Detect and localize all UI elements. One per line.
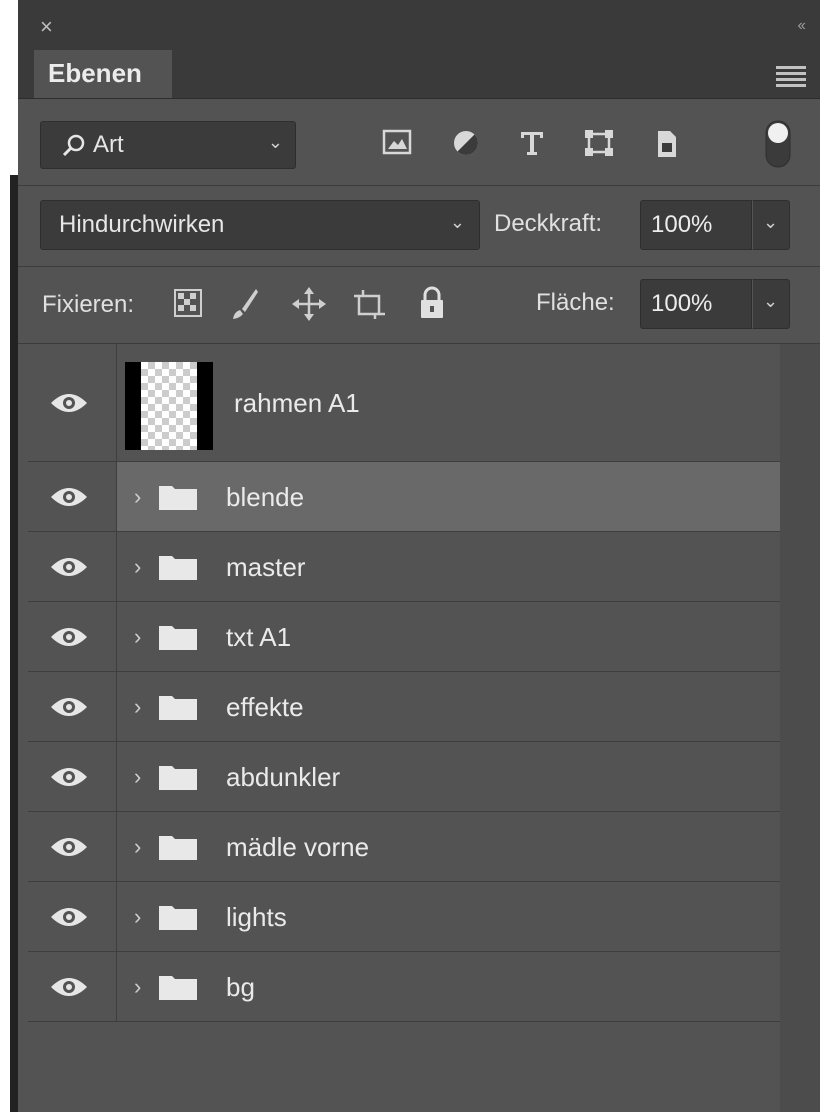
type-filter-icon[interactable] xyxy=(518,129,546,157)
eye-icon[interactable] xyxy=(50,625,88,649)
folder-icon xyxy=(159,555,197,580)
left-edge-shadow xyxy=(10,175,18,1112)
folder-icon xyxy=(159,625,197,650)
shape-filter-icon[interactable] xyxy=(584,129,614,157)
adjustment-filter-icon[interactable] xyxy=(452,129,480,157)
chevron-right-icon[interactable]: › xyxy=(134,764,141,790)
chevron-down-icon: ⌄ xyxy=(267,132,283,152)
tab-ebenen[interactable]: Ebenen xyxy=(34,50,172,98)
close-icon[interactable]: × xyxy=(40,16,53,38)
layer-name: txt A1 xyxy=(226,621,292,652)
lock-position-icon[interactable] xyxy=(292,287,326,321)
folder-icon xyxy=(159,835,197,860)
layer-group-row[interactable]: › abdunkler xyxy=(28,742,780,812)
layer-name: bg xyxy=(226,971,255,1002)
fill-input[interactable]: 100% xyxy=(640,279,752,329)
fill-value: 100% xyxy=(651,290,713,317)
panel-menu-icon[interactable] xyxy=(776,66,806,87)
chevron-down-icon: ⌄ xyxy=(763,291,779,311)
layer-group-row[interactable]: › master xyxy=(28,532,780,602)
layer-name: blende xyxy=(226,481,305,512)
eye-icon[interactable] xyxy=(50,975,88,999)
layer-name: abdunkler xyxy=(226,761,341,792)
layers-scroll-gutter[interactable] xyxy=(780,344,820,1112)
layers-panel: × ‹‹ Ebenen Art ⌄ Hindurchwirken ⌄ Deckk… xyxy=(18,0,820,1112)
search-icon xyxy=(62,134,85,157)
visibility-column xyxy=(28,742,117,811)
folder-icon xyxy=(159,905,197,930)
fill-slider-button[interactable]: ⌄ xyxy=(752,279,790,329)
visibility-column xyxy=(28,672,117,741)
visibility-column xyxy=(28,344,117,461)
opacity-value: 100% xyxy=(651,211,713,238)
lock-transparent-icon[interactable] xyxy=(174,289,202,317)
chevron-down-icon: ⌄ xyxy=(763,212,779,232)
lock-row: Fixieren: Fläche: 100% ⌄ xyxy=(18,267,820,344)
layer-group-row[interactable]: › txt A1 xyxy=(28,602,780,672)
panel-title-strip: × ‹‹ xyxy=(18,0,820,50)
layer-group-row[interactable]: › lights xyxy=(28,882,780,952)
visibility-column xyxy=(28,462,117,531)
folder-icon xyxy=(159,975,197,1000)
chevron-right-icon[interactable]: › xyxy=(134,974,141,1000)
layer-name: master xyxy=(226,551,306,582)
layer-group-row[interactable]: › effekte xyxy=(28,672,780,742)
opacity-input[interactable]: 100% xyxy=(640,200,752,250)
layer-name: rahmen A1 xyxy=(234,387,360,418)
eye-icon[interactable] xyxy=(50,695,88,719)
layer-name: lights xyxy=(226,901,287,932)
chevron-down-icon: ⌄ xyxy=(449,212,465,232)
lock-pixels-icon[interactable] xyxy=(230,287,260,321)
filter-kind-dropdown[interactable]: Art ⌄ xyxy=(40,121,296,169)
folder-icon xyxy=(159,485,197,510)
collapse-icon[interactable]: ‹‹ xyxy=(797,18,806,34)
smart-object-filter-icon[interactable] xyxy=(654,129,680,159)
visibility-column xyxy=(28,952,117,1021)
folder-icon xyxy=(159,695,197,720)
chevron-right-icon[interactable]: › xyxy=(134,484,141,510)
layers-empty-area xyxy=(18,1022,780,1112)
photoshop-layers-panel-screenshot: × ‹‹ Ebenen Art ⌄ Hindurchwirken ⌄ Deckk… xyxy=(0,0,820,1112)
layer-group-row[interactable]: › mädle vorne xyxy=(28,812,780,882)
tab-bar: Ebenen xyxy=(18,50,820,99)
fill-label: Fläche: xyxy=(536,289,615,316)
layer-name: mädle vorne xyxy=(226,831,370,862)
eye-icon[interactable] xyxy=(50,835,88,859)
image-filter-icon[interactable] xyxy=(382,129,412,155)
lock-label: Fixieren: xyxy=(42,291,135,318)
layers-list: rahmen A1 › blende › master › txt A1 › e… xyxy=(28,344,780,1022)
visibility-column xyxy=(28,812,117,881)
chevron-right-icon[interactable]: › xyxy=(134,624,141,650)
tab-ebenen-label: Ebenen xyxy=(48,58,142,88)
chevron-right-icon[interactable]: › xyxy=(134,834,141,860)
chevron-right-icon[interactable]: › xyxy=(134,904,141,930)
opacity-slider-button[interactable]: ⌄ xyxy=(752,200,790,250)
chevron-right-icon[interactable]: › xyxy=(134,554,141,580)
filter-toggle-switch[interactable] xyxy=(764,119,792,169)
layer-row[interactable]: rahmen A1 xyxy=(28,344,780,462)
layer-name: effekte xyxy=(226,691,304,722)
folder-icon xyxy=(159,765,197,790)
blend-mode-dropdown[interactable]: Hindurchwirken ⌄ xyxy=(40,200,480,250)
blend-row: Hindurchwirken ⌄ Deckkraft: 100% ⌄ xyxy=(18,186,820,267)
eye-icon[interactable] xyxy=(50,905,88,929)
lock-artboard-icon[interactable] xyxy=(352,287,388,321)
eye-icon[interactable] xyxy=(50,485,88,509)
eye-icon[interactable] xyxy=(50,555,88,579)
lock-all-icon[interactable] xyxy=(418,285,446,321)
layer-thumbnail xyxy=(125,362,213,450)
visibility-column xyxy=(28,882,117,951)
opacity-label: Deckkraft: xyxy=(494,210,603,237)
filter-row: Art ⌄ xyxy=(18,99,820,186)
blend-mode-value: Hindurchwirken xyxy=(59,211,225,238)
layer-group-row[interactable]: › bg xyxy=(28,952,780,1022)
eye-icon[interactable] xyxy=(50,391,88,415)
filter-kind-label: Art xyxy=(93,131,124,158)
layer-group-row[interactable]: › blende xyxy=(28,462,780,532)
eye-icon[interactable] xyxy=(50,765,88,789)
visibility-column xyxy=(28,532,117,601)
left-edge xyxy=(0,0,18,1112)
chevron-right-icon[interactable]: › xyxy=(134,694,141,720)
visibility-column xyxy=(28,602,117,671)
